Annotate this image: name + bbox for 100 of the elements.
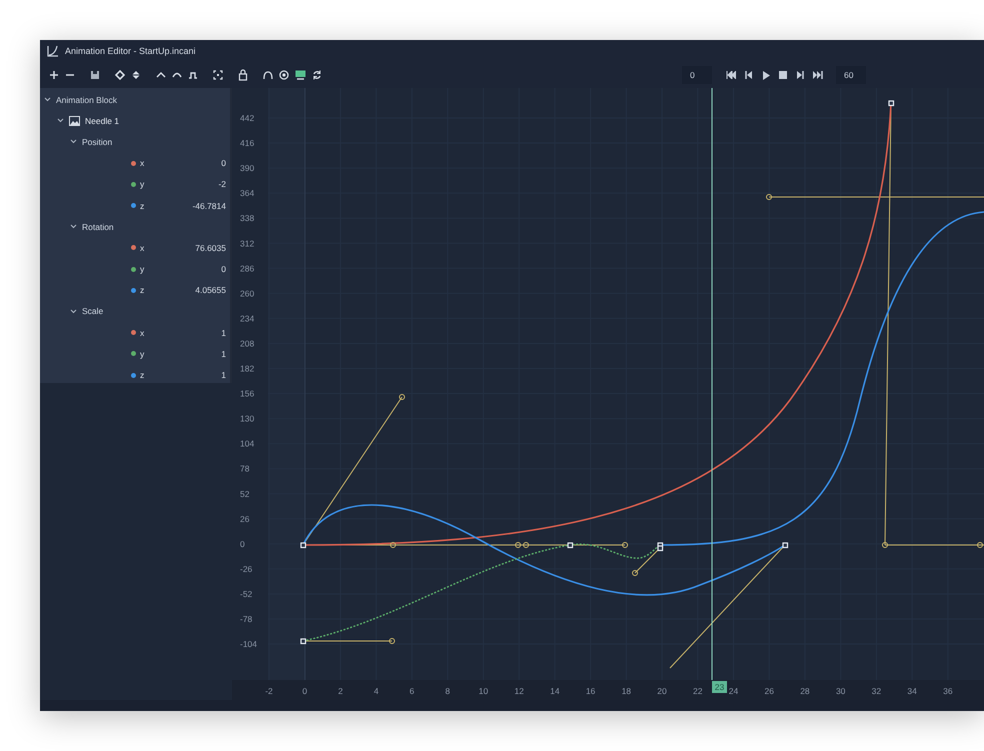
channel-value: -2 xyxy=(218,179,226,190)
y-axis-label: 156 xyxy=(240,388,254,399)
y-axis-label: -104 xyxy=(240,639,258,650)
channel-label: y xyxy=(140,348,144,359)
channel-value: 1 xyxy=(221,328,226,338)
end-frame-field[interactable]: 60 xyxy=(836,66,866,84)
x-axis-label: 18 xyxy=(622,686,632,696)
x-axis-label: 16 xyxy=(586,686,596,696)
y-axis-label: 260 xyxy=(240,288,254,298)
channel-value: 1 xyxy=(221,348,226,359)
add-icon[interactable] xyxy=(49,68,59,82)
channel-label: z xyxy=(140,285,144,296)
channel-label: y xyxy=(140,179,144,190)
channel-label: x xyxy=(140,328,144,338)
x-axis-label: 20 xyxy=(657,686,667,696)
step-forward-icon[interactable] xyxy=(796,68,804,82)
tree-row[interactable]: Scale xyxy=(40,300,230,322)
chevron-down-icon[interactable] xyxy=(70,308,77,315)
monitor-icon[interactable] xyxy=(295,68,306,82)
tree-row[interactable]: y -2 xyxy=(40,174,230,195)
stop-icon[interactable] xyxy=(778,68,786,82)
chevron-down-icon[interactable] xyxy=(57,117,64,124)
tree-row[interactable]: Rotation xyxy=(40,216,230,238)
channel-value: 0 xyxy=(221,264,226,274)
y-axis-label: -78 xyxy=(240,614,252,624)
chevron-down-icon[interactable] xyxy=(70,138,77,146)
window-title: Animation Editor - StartUp.incani xyxy=(65,46,196,56)
tree-label: Rotation xyxy=(82,222,114,232)
tree-row[interactable]: z -46.7814 xyxy=(40,194,230,216)
x-axis-label: 32 xyxy=(872,686,882,696)
channel-label: x xyxy=(140,158,144,168)
x-axis-label: 6 xyxy=(410,686,414,696)
image-icon xyxy=(69,116,80,126)
eye-icon[interactable] xyxy=(279,68,289,82)
channel-value: 76.6035 xyxy=(195,242,226,253)
tree-row[interactable]: Animation Block xyxy=(40,89,230,110)
x-axis-label: 28 xyxy=(800,686,810,696)
channel-label: x xyxy=(140,242,144,253)
tree-row[interactable]: y 1 xyxy=(40,343,230,364)
x-axis-label: 8 xyxy=(445,686,450,696)
x-axis-label: 26 xyxy=(764,686,774,696)
x-axis-label: 24 xyxy=(728,686,738,696)
y-axis-label: 182 xyxy=(240,364,254,374)
y-axis-label: 338 xyxy=(240,213,254,224)
y-axis-label: 390 xyxy=(240,163,254,174)
tree-row[interactable]: x 1 xyxy=(40,322,230,344)
x-axis-label: -2 xyxy=(265,686,273,696)
channel-label: z xyxy=(140,370,144,380)
lock-icon[interactable] xyxy=(238,68,248,82)
x-axis-label: 10 xyxy=(478,686,488,696)
channel-label: y xyxy=(140,264,144,274)
chevron-down-icon[interactable] xyxy=(44,96,51,104)
tree-label: Needle 1 xyxy=(85,116,120,126)
fit-view-icon[interactable] xyxy=(213,68,223,82)
tree-row[interactable]: Position xyxy=(40,131,230,153)
y-axis-label: 286 xyxy=(240,263,254,274)
channel-value: 1 xyxy=(221,370,226,380)
x-axis-label: 36 xyxy=(943,686,953,696)
channel-label: z xyxy=(140,200,144,211)
y-axis-label: 312 xyxy=(240,238,254,248)
y-axis-label: 234 xyxy=(240,313,254,324)
tree-label: Position xyxy=(82,136,112,147)
curve-logo-icon xyxy=(47,45,59,57)
step-back-icon[interactable] xyxy=(744,68,752,82)
tree-label: Scale xyxy=(82,306,104,316)
y-axis-label: -52 xyxy=(240,588,252,599)
y-axis-label: 208 xyxy=(240,338,254,348)
tree-row[interactable]: x 0 xyxy=(40,152,230,174)
y-axis-label: 364 xyxy=(240,188,254,198)
y-axis-label: 0 xyxy=(240,538,245,549)
play-icon[interactable] xyxy=(762,68,770,82)
x-axis-label: 4 xyxy=(374,686,379,696)
x-axis-label: 22 xyxy=(693,686,702,696)
channel-value: 0 xyxy=(221,158,226,168)
y-axis-label: -26 xyxy=(240,564,252,574)
tree-row[interactable]: Needle 1 xyxy=(40,110,230,132)
skip-to-end-icon[interactable] xyxy=(812,68,822,82)
y-axis-label: 442 xyxy=(240,113,254,123)
y-axis-label: 416 xyxy=(240,138,254,148)
y-axis-label: 26 xyxy=(240,514,250,524)
sync-icon[interactable] xyxy=(312,68,322,82)
tree-row[interactable]: z 4.05655 xyxy=(40,280,230,301)
channel-value: -46.7814 xyxy=(192,200,226,211)
save-icon[interactable] xyxy=(90,68,100,82)
x-axis-label: 30 xyxy=(836,686,846,696)
channel-value: 4.05655 xyxy=(195,285,226,296)
tree-row[interactable]: z 1 xyxy=(40,364,230,386)
skip-to-start-icon[interactable] xyxy=(726,68,736,82)
tree-label: Animation Block xyxy=(56,94,117,105)
tree-row[interactable]: y 0 xyxy=(40,258,230,280)
x-axis-label: 0 xyxy=(302,686,308,696)
tree-row[interactable]: x 76.6035 xyxy=(40,237,230,258)
y-axis-label: 52 xyxy=(240,488,250,499)
x-axis-label: 34 xyxy=(907,686,917,696)
chevron-down-icon[interactable] xyxy=(70,223,77,230)
start-frame-field[interactable]: 0 xyxy=(682,66,712,84)
x-axis-label: 14 xyxy=(550,686,560,696)
y-axis-label: 104 xyxy=(240,438,254,449)
x-axis-label: 2 xyxy=(338,686,343,696)
y-axis-label: 130 xyxy=(240,414,254,424)
